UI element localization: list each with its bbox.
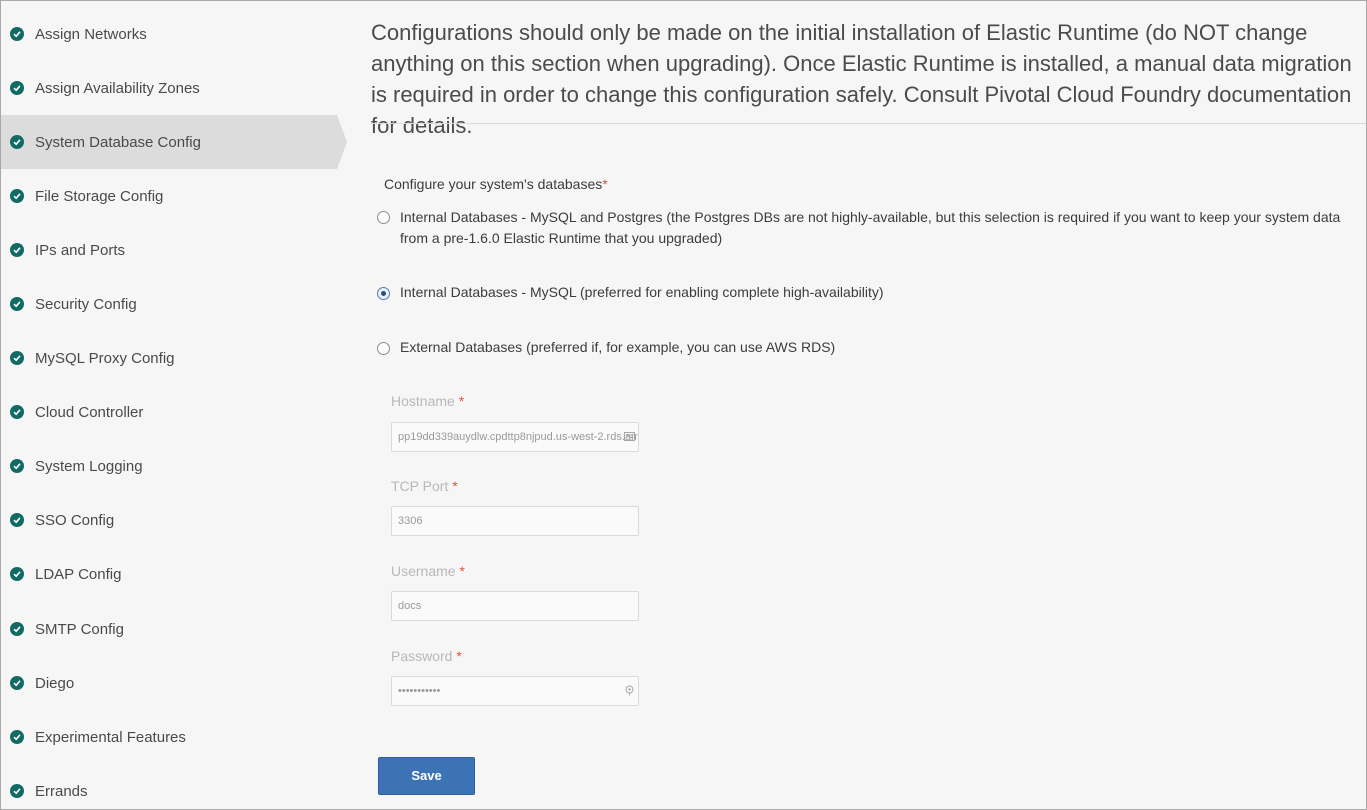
sidebar-item-system-logging[interactable]: System Logging <box>1 439 337 493</box>
app-frame: Assign Networks Assign Availability Zone… <box>0 0 1367 810</box>
sidebar-item-label: SMTP Config <box>35 620 124 638</box>
password-label: Password * <box>391 648 462 664</box>
check-circle-icon <box>10 189 24 203</box>
sidebar-item-file-storage-config[interactable]: File Storage Config <box>1 169 337 223</box>
required-mark: * <box>456 648 462 664</box>
sidebar-item-label: IPs and Ports <box>35 241 126 259</box>
tcp-port-field[interactable]: 3306 <box>391 506 639 536</box>
check-circle-icon <box>10 27 24 41</box>
password-field[interactable]: ••••••••••• <box>391 676 639 706</box>
password-label-text: Password <box>391 648 453 664</box>
radio-button[interactable] <box>377 342 390 355</box>
sidebar-item-label: System Logging <box>35 457 143 475</box>
check-circle-icon <box>10 513 24 527</box>
sidebar-item-label: MySQL Proxy Config <box>35 349 175 367</box>
sidebar-item-label: Errands <box>35 782 88 800</box>
sidebar-item-smtp-config[interactable]: SMTP Config <box>1 602 337 656</box>
hostname-label: Hostname * <box>391 393 464 409</box>
sidebar-item-errands[interactable]: Errands <box>1 764 337 809</box>
check-circle-icon <box>10 351 24 365</box>
key-icon <box>624 685 635 696</box>
sidebar-item-ips-and-ports[interactable]: IPs and Ports <box>1 223 337 277</box>
sidebar-item-diego[interactable]: Diego <box>1 656 337 710</box>
sidebar-item-label: System Database Config <box>35 133 201 151</box>
main-content: Configurations should only be made on th… <box>371 1 1366 809</box>
tcp-port-label-text: TCP Port <box>391 478 449 494</box>
sidebar-item-system-database-config[interactable]: System Database Config <box>1 115 347 169</box>
sidebar-item-label: Cloud Controller <box>35 403 144 421</box>
sidebar-item-label: Assign Availability Zones <box>35 79 200 97</box>
required-mark: * <box>452 478 458 494</box>
check-circle-icon <box>10 135 24 149</box>
sidebar-item-label: SSO Config <box>35 511 115 529</box>
sidebar-item-ldap-config[interactable]: LDAP Config <box>1 547 337 601</box>
required-mark: * <box>459 563 465 579</box>
tcp-port-value: 3306 <box>398 515 423 527</box>
username-label: Username * <box>391 563 465 579</box>
check-circle-icon <box>10 405 24 419</box>
sidebar-item-label: Experimental Features <box>35 728 186 746</box>
required-mark: * <box>458 393 465 409</box>
sidebar-item-security-config[interactable]: Security Config <box>1 277 337 331</box>
sidebar-item-assign-networks[interactable]: Assign Networks <box>1 7 337 61</box>
contact-card-icon <box>624 431 635 442</box>
check-circle-icon <box>10 297 24 311</box>
username-label-text: Username <box>391 563 456 579</box>
database-config-label: Configure your system's databases* <box>384 176 608 192</box>
username-value: docs <box>398 600 422 612</box>
check-circle-icon <box>10 730 24 744</box>
sidebar-item-assign-availability-zones[interactable]: Assign Availability Zones <box>1 61 337 115</box>
hostname-field[interactable]: pp19dd339auydlw.cpdttp8njpud.us-west-2.r… <box>391 422 639 452</box>
database-config-label-text: Configure your system's databases <box>384 176 603 192</box>
tcp-port-label: TCP Port * <box>391 478 458 494</box>
sidebar-item-experimental-features[interactable]: Experimental Features <box>1 710 337 764</box>
radio-button-selected[interactable] <box>377 287 390 300</box>
hostname-value: pp19dd339auydlw.cpdttp8njpud.us-west-2.r… <box>398 431 638 443</box>
section-divider <box>371 123 1366 124</box>
sidebar-item-sso-config[interactable]: SSO Config <box>1 493 337 547</box>
password-value: ••••••••••• <box>398 685 441 697</box>
sidebar-nav: Assign Networks Assign Availability Zone… <box>1 1 347 809</box>
sidebar-item-label: Assign Networks <box>35 25 147 43</box>
sidebar-item-cloud-controller[interactable]: Cloud Controller <box>1 385 337 439</box>
sidebar-item-label: Security Config <box>35 295 137 313</box>
check-circle-icon <box>10 459 24 473</box>
check-circle-icon <box>10 622 24 636</box>
sidebar-item-label: LDAP Config <box>35 565 122 583</box>
sidebar-item-label: File Storage Config <box>35 187 164 205</box>
required-mark: * <box>602 176 608 192</box>
radio-button[interactable] <box>377 211 390 224</box>
check-circle-icon <box>10 676 24 690</box>
radio-label: External Databases (preferred if, for ex… <box>400 339 836 355</box>
hostname-label-text: Hostname <box>391 393 455 409</box>
save-button[interactable]: Save <box>378 757 475 795</box>
sidebar-item-label: Diego <box>35 674 75 692</box>
sidebar-item-mysql-proxy-config[interactable]: MySQL Proxy Config <box>1 331 337 385</box>
radio-label: Internal Databases - MySQL (preferred fo… <box>400 284 884 300</box>
check-circle-icon <box>10 567 24 581</box>
check-circle-icon <box>10 243 24 257</box>
radio-label: Internal Databases - MySQL and Postgres … <box>400 209 1341 246</box>
username-field[interactable]: docs <box>391 591 639 621</box>
check-circle-icon <box>10 81 24 95</box>
check-circle-icon <box>10 784 24 798</box>
